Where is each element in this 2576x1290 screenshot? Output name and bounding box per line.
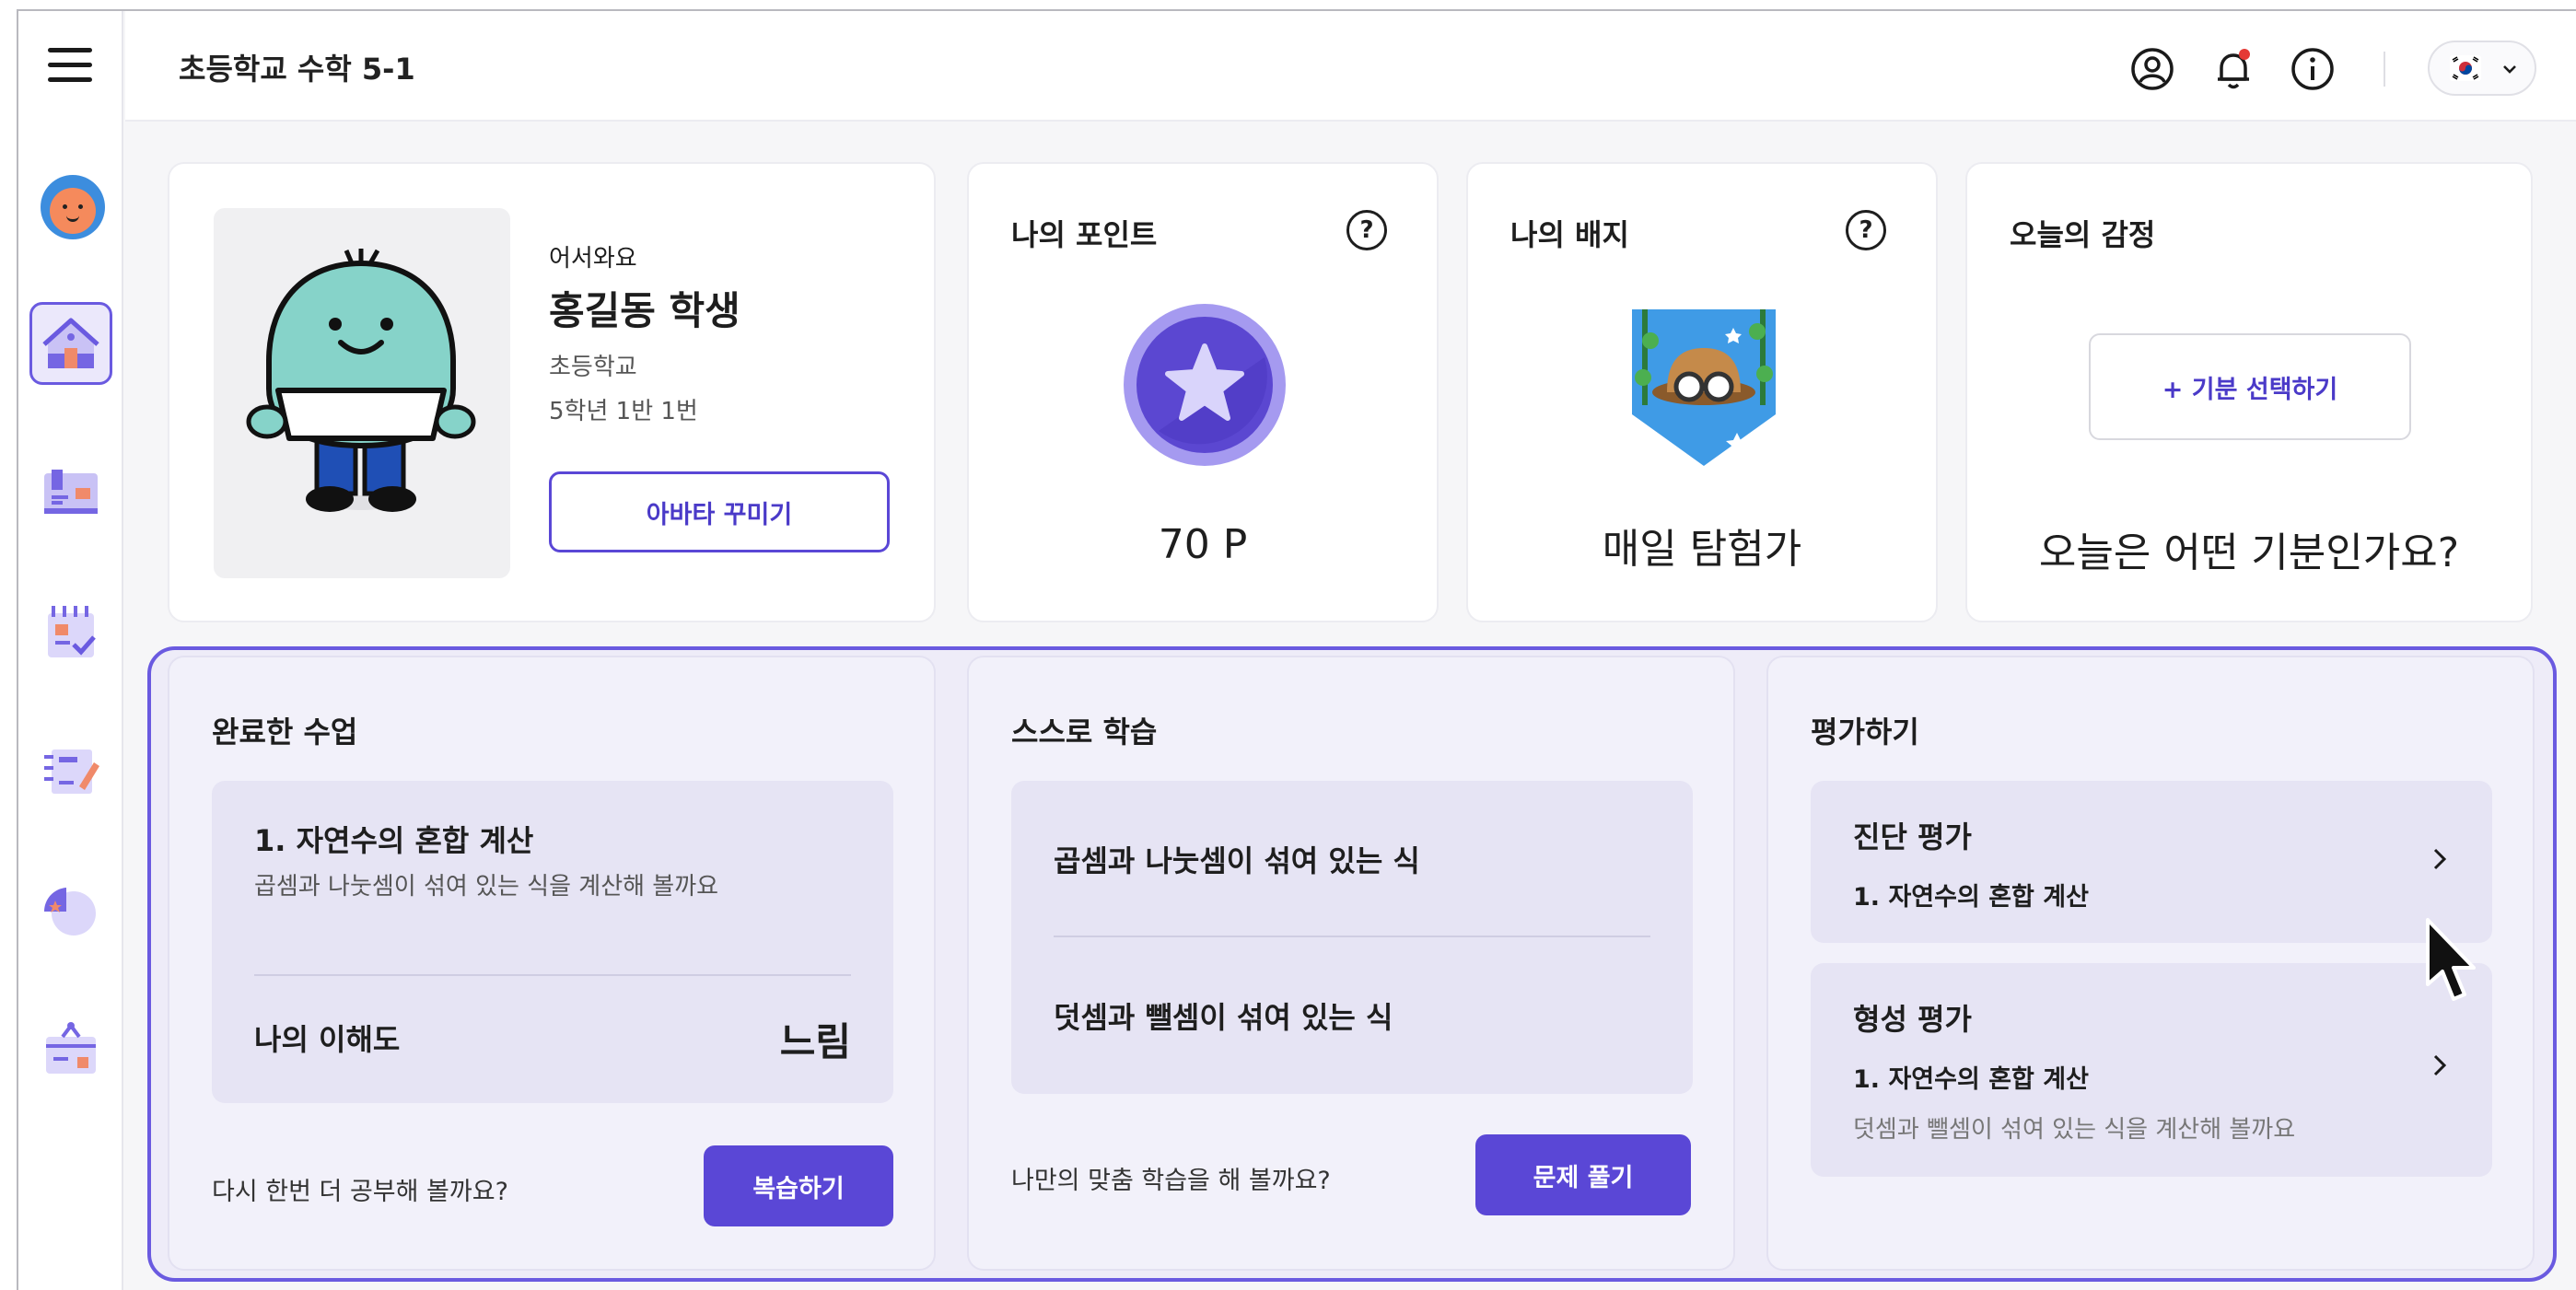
- user-circle-icon[interactable]: [2129, 46, 2175, 92]
- kr-flag-icon: [2450, 55, 2481, 81]
- divider: [1054, 936, 1650, 937]
- lesson-summary-card[interactable]: 1. 자연수의 혼합 계산 곱셈과 나눗셈이 섞여 있는 식을 계산해 볼까요 …: [212, 781, 893, 1103]
- points-value: 70 P: [1158, 521, 1248, 568]
- class-info: 5학년 1반 1번: [549, 398, 698, 425]
- self-study-item[interactable]: 곱셈과 나눗셈이 섞여 있는 식: [1054, 838, 1420, 880]
- understanding-value: 느림: [779, 1019, 851, 1064]
- sidebar-item-calendar[interactable]: [29, 591, 112, 674]
- formative-description: 덧셈과 뺄셈이 섞여 있는 식을 계산해 볼까요: [1853, 1116, 2296, 1144]
- diagnostic-title: 진단 평가: [1853, 819, 1972, 854]
- star-medal-icon: [1124, 304, 1286, 466]
- home-icon: [42, 318, 99, 368]
- page-title: 초등학교 수학 5-1: [179, 52, 415, 87]
- calendar-check-icon: [48, 606, 96, 657]
- formative-subtitle: 1. 자연수의 혼합 계산: [1853, 1065, 2089, 1094]
- divider: [254, 974, 851, 976]
- welcome-text: 어서와요: [549, 245, 637, 273]
- mouse-cursor-icon: [2426, 918, 2476, 1001]
- info-icon[interactable]: [2290, 46, 2336, 92]
- self-study-title: 스스로 학습: [1011, 715, 1158, 750]
- self-study-prompt: 나만의 맞춤 학습을 해 볼까요?: [1011, 1167, 1331, 1195]
- sidebar-item-notebook[interactable]: [29, 729, 112, 812]
- student-name: 홍길동 학생: [549, 288, 740, 333]
- sidebar-item-portfolio[interactable]: [29, 1007, 112, 1090]
- self-study-item[interactable]: 덧셈과 뺄셈이 섞여 있는 식: [1054, 994, 1393, 1037]
- completed-title: 완료한 수업: [212, 715, 358, 750]
- sidebar-item-stats[interactable]: [29, 867, 112, 950]
- chevron-right-icon: [2433, 848, 2447, 870]
- language-selector[interactable]: [2428, 41, 2536, 96]
- briefcase-icon: [46, 1022, 96, 1074]
- points-card: 나의 포인트 ? 70 P: [967, 162, 1439, 622]
- chevron-right-icon: [2433, 1054, 2447, 1076]
- bell-icon[interactable]: [2210, 46, 2256, 92]
- explorer-badge-icon: [1632, 309, 1776, 466]
- profile-card: 어서와요 홍길동 학생 초등학교 5학년 1반 1번 아바타 꾸미기: [168, 162, 936, 622]
- sidebar-item-book[interactable]: [29, 451, 112, 534]
- lesson-title: 1. 자연수의 혼합 계산: [254, 823, 534, 858]
- review-prompt: 다시 한번 더 공부해 볼까요?: [212, 1178, 508, 1206]
- completed-lessons-panel: 완료한 수업 1. 자연수의 혼합 계산 곱셈과 나눗셈이 섞여 있는 식을 계…: [168, 656, 936, 1271]
- badge-title: 나의 배지: [1510, 217, 1629, 252]
- mood-title: 오늘의 감정: [2010, 217, 2156, 252]
- sidebar-item-home[interactable]: [29, 302, 112, 385]
- mood-prompt: 오늘은 어떤 기분인가요?: [2038, 529, 2460, 576]
- formative-title: 형성 평가: [1853, 1002, 1972, 1037]
- school-name: 초등학교: [549, 354, 637, 381]
- assessment-panel: 평가하기 진단 평가 1. 자연수의 혼합 계산 형성 평가 1. 자연수의 혼…: [1766, 656, 2535, 1271]
- sidebar: [18, 11, 123, 1290]
- user-avatar[interactable]: [41, 175, 105, 239]
- points-title: 나의 포인트: [1011, 217, 1158, 252]
- solve-problems-button[interactable]: 문제 풀기: [1475, 1134, 1691, 1215]
- understanding-label: 나의 이해도: [254, 1022, 401, 1057]
- notebook-edit-icon: [44, 750, 99, 794]
- badge-help-button[interactable]: ?: [1846, 210, 1886, 250]
- formative-assessment-card[interactable]: 형성 평가 1. 자연수의 혼합 계산 덧셈과 뺄셈이 섞여 있는 식을 계산해…: [1811, 963, 2492, 1177]
- review-button[interactable]: 복습하기: [704, 1145, 893, 1226]
- badge-name: 매일 탐험가: [1602, 526, 1802, 573]
- customize-avatar-button[interactable]: 아바타 꾸미기: [549, 471, 890, 552]
- mood-card: 오늘의 감정 + 기분 선택하기 오늘은 어떤 기분인가요?: [1965, 162, 2533, 622]
- points-help-button[interactable]: ?: [1346, 210, 1387, 250]
- self-study-topics: 곱셈과 나눗셈이 섞여 있는 식 덧셈과 뺄셈이 섞여 있는 식: [1011, 781, 1693, 1094]
- lesson-description: 곱셈과 나눗셈이 섞여 있는 식을 계산해 볼까요: [254, 873, 719, 901]
- assessment-title: 평가하기: [1811, 715, 1919, 750]
- menu-icon[interactable]: [48, 48, 92, 85]
- book-icon: [44, 470, 98, 514]
- avatar-display: [214, 208, 510, 578]
- character-avatar: [246, 249, 476, 512]
- top-header: 초등학교 수학 5-1: [125, 11, 2576, 122]
- pie-chart-icon: [43, 888, 96, 936]
- chevron-down-icon: [2503, 65, 2516, 74]
- self-study-panel: 스스로 학습 곱셈과 나눗셈이 섞여 있는 식 덧셈과 뺄셈이 섞여 있는 식 …: [967, 656, 1735, 1271]
- diagnostic-assessment-card[interactable]: 진단 평가 1. 자연수의 혼합 계산: [1811, 781, 2492, 943]
- select-mood-button[interactable]: + 기분 선택하기: [2089, 333, 2411, 440]
- diagnostic-subtitle: 1. 자연수의 혼합 계산: [1853, 883, 2089, 912]
- header-divider: [2384, 52, 2385, 87]
- badge-card: 나의 배지 ? 매일 탐험가: [1466, 162, 1938, 622]
